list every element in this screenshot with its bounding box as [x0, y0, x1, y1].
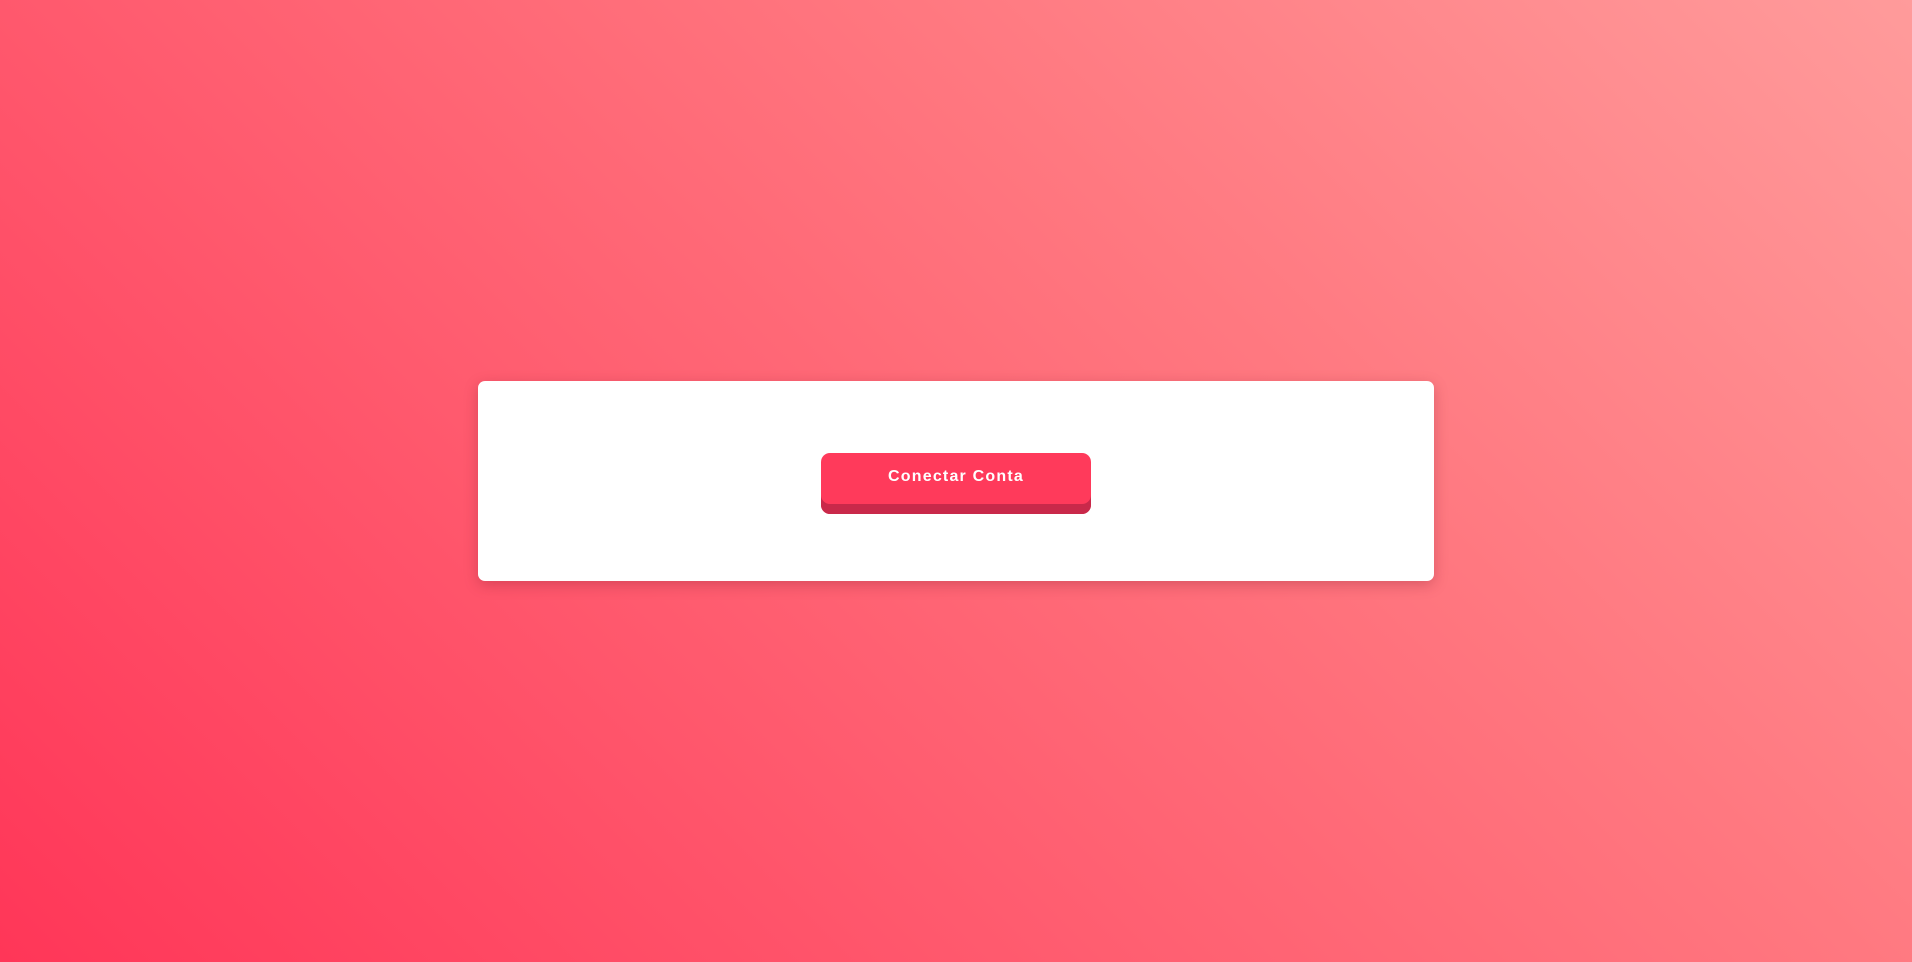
connect-account-button[interactable]: Conectar Conta [821, 452, 1091, 514]
connect-card: Conectar Conta [478, 381, 1434, 581]
page-background: { "card": { "connect_button_label": "Con… [0, 0, 1912, 962]
